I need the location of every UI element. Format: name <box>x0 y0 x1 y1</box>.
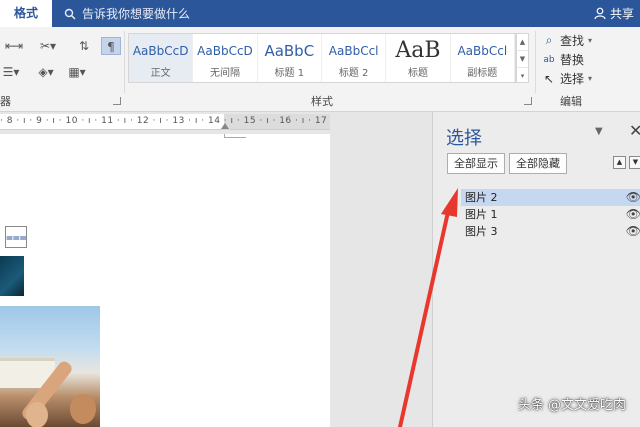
group-divider <box>124 31 125 93</box>
chevron-down-icon: ▾ <box>588 74 593 83</box>
list-item-label: 图片 3 <box>465 225 498 238</box>
tell-me-box[interactable]: 告诉我你想要做什么 <box>64 0 190 27</box>
document-page[interactable]: ⩶ <box>0 134 330 427</box>
group-label-editing: 编辑 <box>560 95 582 108</box>
style-tile[interactable]: AaBbC 标题 1 <box>258 34 322 82</box>
object-list: 图片 2 👁 图片 1 👁 图片 3 👁 <box>461 189 640 240</box>
style-tile[interactable]: AaB 标题 <box>386 34 451 82</box>
list-item[interactable]: 图片 2 👁 <box>461 189 640 206</box>
dialog-launcher-icon[interactable] <box>113 97 121 105</box>
style-tile[interactable]: AaBbCcl 副标题 <box>451 34 515 82</box>
list-item-label: 图片 2 <box>465 191 498 204</box>
replace-label: 替换 <box>560 53 585 67</box>
borders-icon[interactable]: ▦▾ <box>64 63 90 81</box>
style-sample: AaBbCcD <box>197 43 253 58</box>
group-label-paragraph: 器 <box>0 95 11 108</box>
pane-title: 选择 <box>446 128 482 149</box>
replace-icon: ab <box>543 54 555 65</box>
show-all-button[interactable]: 全部显示 <box>447 153 505 174</box>
increase-indent-icon[interactable]: ⇥ <box>8 37 28 55</box>
image-dark-tile[interactable] <box>0 256 24 296</box>
style-sample: AaB <box>395 37 441 63</box>
send-backward-icon[interactable]: ▼ <box>629 156 640 169</box>
list-item-label: 图片 1 <box>465 208 498 221</box>
gallery-up-icon[interactable]: ▲ <box>517 34 528 51</box>
watermark-text: 头条 @文文爱吃肉 <box>517 398 626 413</box>
select-label: 选择 <box>560 72 585 86</box>
eye-icon[interactable]: 👁 <box>626 189 640 206</box>
list-item[interactable]: 图片 3 👁 <box>461 223 640 240</box>
select-button[interactable]: ↖ 选择 ▾ <box>542 69 637 88</box>
format-painter-icon[interactable]: ✂▾ <box>34 37 62 55</box>
style-name: 无间隔 <box>209 67 240 79</box>
line-spacing-icon[interactable]: ☰▾ <box>0 63 22 81</box>
style-sample: AaBbCcl <box>457 43 508 58</box>
gallery-down-icon[interactable]: ▼ <box>517 51 528 68</box>
share-button[interactable]: 共享 <box>594 0 634 27</box>
style-sample: AaBbCcl <box>328 43 379 58</box>
layout-options-icon[interactable]: ⩶ <box>5 226 27 248</box>
style-name: 标题 <box>407 67 428 79</box>
style-tile[interactable]: AaBbCcD 无间隔 <box>193 34 258 82</box>
editing-group: ⌕ 查找 ▾ ab 替换 ↖ 选择 ▾ <box>542 31 637 88</box>
style-name: 标题 1 <box>274 67 305 79</box>
style-sample: AaBbC <box>264 41 315 60</box>
eye-icon[interactable]: 👁 <box>626 206 640 223</box>
style-name: 标题 2 <box>338 67 369 79</box>
gallery-more-icon[interactable]: ▾ <box>517 68 528 84</box>
title-bar: 格式 告诉我你想要做什么 共享 <box>0 0 640 27</box>
ruler-ticks: · 8 · ı · 9 · ı · 10 · ı · 11 · ı · 12 ·… <box>0 116 330 126</box>
paragraph-tools: ⇤ ⇥ ✂▾ ⇅ ¶ ☰▾ ◈▾ ▦▾ <box>0 35 125 95</box>
search-icon <box>64 8 76 20</box>
person-icon <box>594 7 606 20</box>
share-label: 共享 <box>609 7 634 21</box>
styles-gallery: AaBbCcD 正文 AaBbCcD 无间隔 AaBbC 标题 1 AaBbCcl 标题 2A… <box>128 33 516 83</box>
photo-person <box>70 394 96 424</box>
horizontal-ruler[interactable]: · 8 · ı · 9 · ı · 10 · ı · 11 · ı · 12 ·… <box>0 114 330 130</box>
style-name: 正文 <box>150 67 171 79</box>
group-label-styles: 样式 <box>311 95 333 108</box>
style-tile[interactable]: AaBbCcD 正文 <box>129 34 194 82</box>
sort-icon[interactable]: ⇅ <box>74 37 94 55</box>
tell-me-text: 告诉我你想要做什么 <box>82 7 191 21</box>
bring-forward-icon[interactable]: ▲ <box>613 156 626 169</box>
eye-icon[interactable]: 👁 <box>626 223 640 240</box>
photo-person <box>26 402 48 427</box>
style-name: 副标题 <box>467 67 498 79</box>
find-icon: ⌕ <box>545 33 553 47</box>
chevron-down-icon: ▾ <box>588 36 593 45</box>
style-sample: AaBbCcD <box>132 43 189 58</box>
margin-corner <box>224 134 246 138</box>
shading-icon[interactable]: ◈▾ <box>34 63 58 81</box>
show-marks-icon[interactable]: ¶ <box>101 37 121 55</box>
indent-marker-icon[interactable] <box>221 123 229 129</box>
replace-button[interactable]: ab 替换 <box>542 50 637 69</box>
photo-image[interactable] <box>0 306 100 427</box>
list-item[interactable]: 图片 1 👁 <box>461 206 640 223</box>
hide-all-button[interactable]: 全部隐藏 <box>509 153 567 174</box>
ribbon: ⇤ ⇥ ✂▾ ⇅ ¶ ☰▾ ◈▾ ▦▾ 器 AaBbCcD 正文 AaBbCcD 无间… <box>0 27 640 112</box>
gallery-scroll: ▲ ▼ ▾ <box>516 33 529 83</box>
close-icon[interactable]: ✕ <box>629 121 640 140</box>
style-tile[interactable]: AaBbCcl 标题 2 <box>322 34 387 82</box>
selection-pane: 选择 ▼ ✕ 全部显示 全部隐藏 ▲ ▼ 图片 2 👁 图片 1 👁 图片 3 👁 <box>432 112 640 427</box>
tab-format[interactable]: 格式 <box>0 0 52 27</box>
find-button[interactable]: ⌕ 查找 ▾ <box>542 31 637 50</box>
document-area: · 8 · ı · 9 · ı · 10 · ı · 11 · ı · 12 ·… <box>0 112 432 427</box>
find-label: 查找 <box>560 34 585 48</box>
styles-launcher-icon[interactable] <box>524 97 532 105</box>
pane-options-icon[interactable]: ▼ <box>595 126 603 137</box>
group-divider <box>535 31 536 93</box>
cursor-icon: ↖ <box>543 71 555 86</box>
